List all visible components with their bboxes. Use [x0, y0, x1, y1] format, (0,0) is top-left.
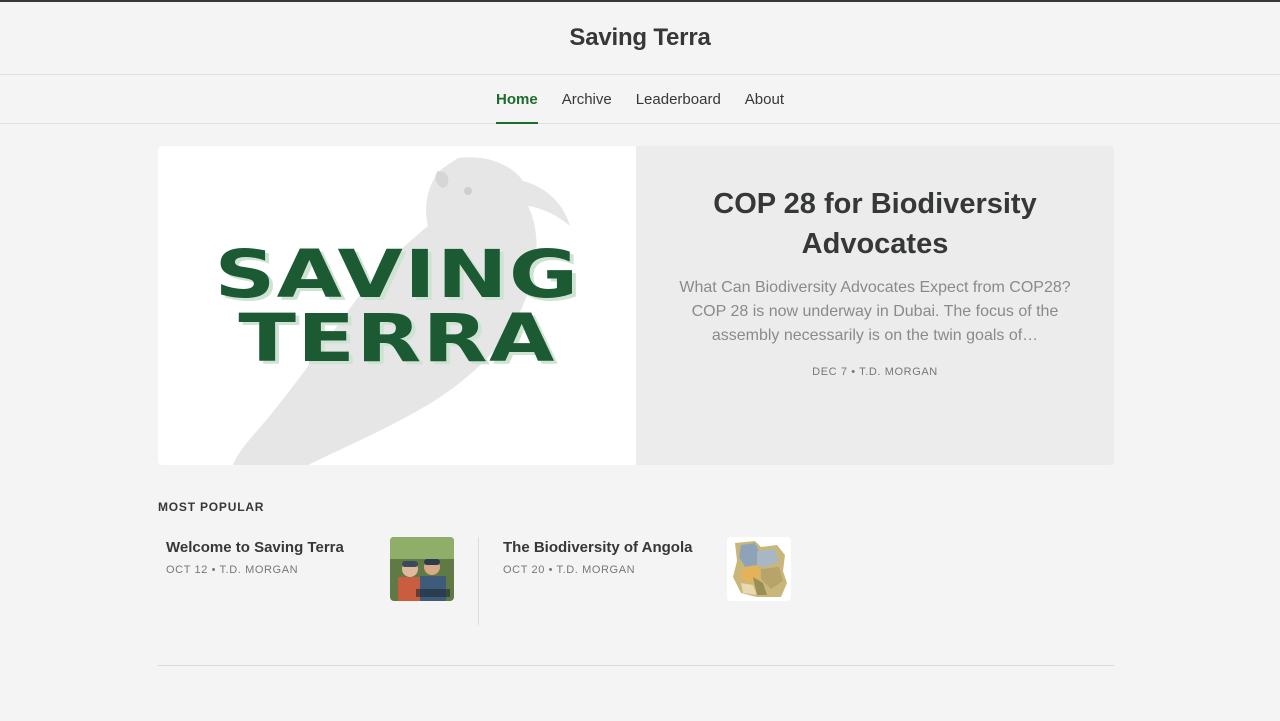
- popular-post-info: Welcome to Saving Terra OCT 12 • T.D. MO…: [166, 537, 344, 625]
- site-header: Saving Terra: [0, 2, 1280, 75]
- featured-post-meta: DEC 7 • T.D. MORGAN: [812, 366, 938, 378]
- section-divider: [158, 665, 1114, 666]
- featured-post-image[interactable]: SAVING TERRA: [158, 146, 636, 465]
- featured-post-title[interactable]: COP 28 for Biodiversity Advocates: [676, 184, 1074, 264]
- popular-post-meta: OCT 12 • T.D. MORGAN: [166, 564, 299, 576]
- logo-line-1: SAVING: [214, 236, 580, 313]
- main-nav: Home Archive Leaderboard About: [0, 75, 1280, 124]
- featured-post[interactable]: SAVING TERRA COP 28 for Biodiversity Adv…: [158, 146, 1114, 465]
- popular-post[interactable]: Welcome to Saving Terra OCT 12 • T.D. MO…: [158, 537, 478, 625]
- nav-about[interactable]: About: [733, 75, 796, 123]
- site-title[interactable]: Saving Terra: [569, 24, 710, 52]
- popular-post-meta: OCT 20 • T.D. MORGAN: [503, 564, 636, 576]
- featured-post-subtitle: What Can Biodiversity Advocates Expect f…: [679, 279, 1071, 344]
- popular-post[interactable]: The Biodiversity of Angola OCT 20 • T.D.…: [478, 537, 815, 625]
- nav-leaderboard[interactable]: Leaderboard: [624, 75, 733, 123]
- nav-home[interactable]: Home: [484, 75, 550, 124]
- logo-line-2: TERRA: [238, 300, 556, 377]
- featured-post-content: COP 28 for Biodiversity Advocates What C…: [636, 146, 1114, 465]
- popular-post-info: The Biodiversity of Angola OCT 20 • T.D.…: [503, 537, 692, 625]
- nav-archive[interactable]: Archive: [550, 75, 624, 123]
- people-photo-thumbnail[interactable]: [390, 537, 454, 601]
- most-popular-heading: MOST POPULAR: [158, 500, 265, 514]
- most-popular-list: Welcome to Saving Terra OCT 12 • T.D. MO…: [158, 537, 815, 625]
- popular-post-title[interactable]: Welcome to Saving Terra: [166, 539, 344, 556]
- popular-post-title[interactable]: The Biodiversity of Angola: [503, 539, 692, 556]
- angola-map-thumbnail[interactable]: [727, 537, 791, 601]
